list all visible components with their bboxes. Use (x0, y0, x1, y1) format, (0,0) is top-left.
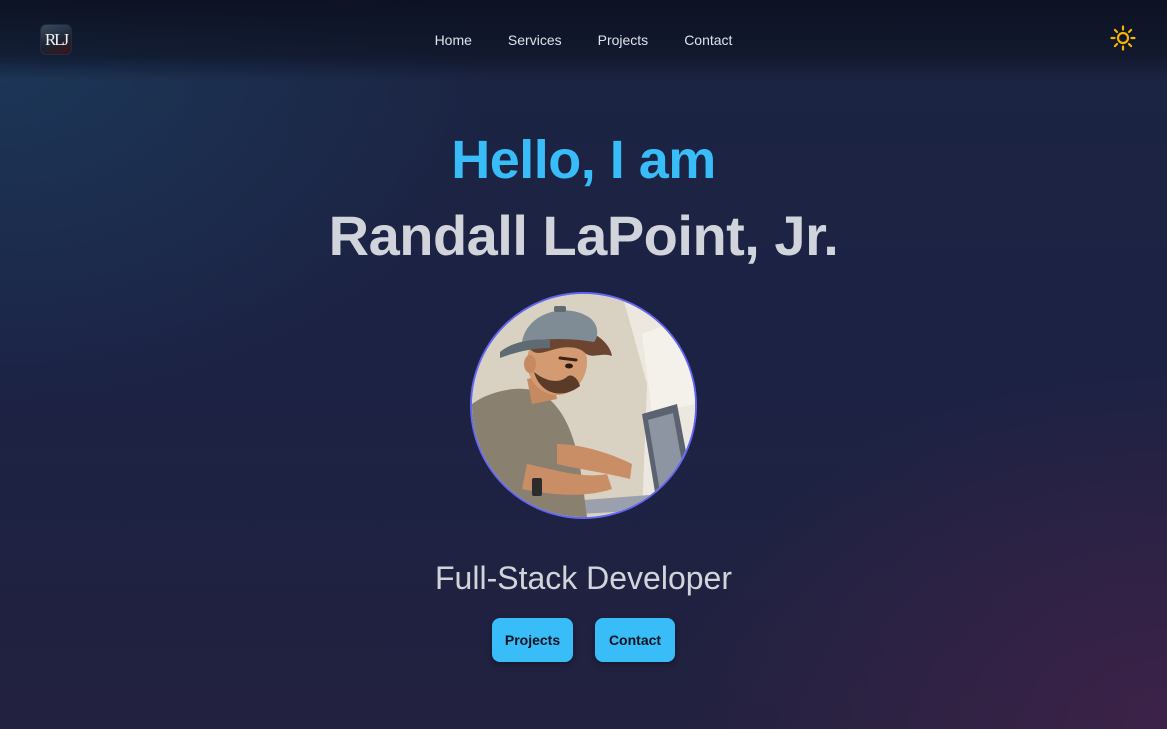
nav-links: Home Services Projects Contact (0, 31, 1167, 49)
developer-avatar (472, 294, 695, 517)
profile-avatar (470, 292, 697, 519)
sun-icon (1110, 25, 1136, 51)
contact-button[interactable]: Contact (595, 618, 675, 662)
projects-button[interactable]: Projects (492, 618, 573, 662)
hero-role: Full-Stack Developer (435, 560, 732, 596)
nav-link-services[interactable]: Services (508, 31, 562, 49)
hero-name: Randall LaPoint, Jr. (328, 204, 839, 267)
theme-toggle-button[interactable] (1108, 23, 1138, 53)
nav-link-contact[interactable]: Contact (684, 31, 732, 49)
hero-greeting: Hello, I am (451, 130, 716, 190)
nav-link-home[interactable]: Home (435, 31, 472, 49)
nav-link-projects[interactable]: Projects (598, 31, 649, 49)
navbar: RLJ Home Services Projects Contact (0, 0, 1167, 80)
